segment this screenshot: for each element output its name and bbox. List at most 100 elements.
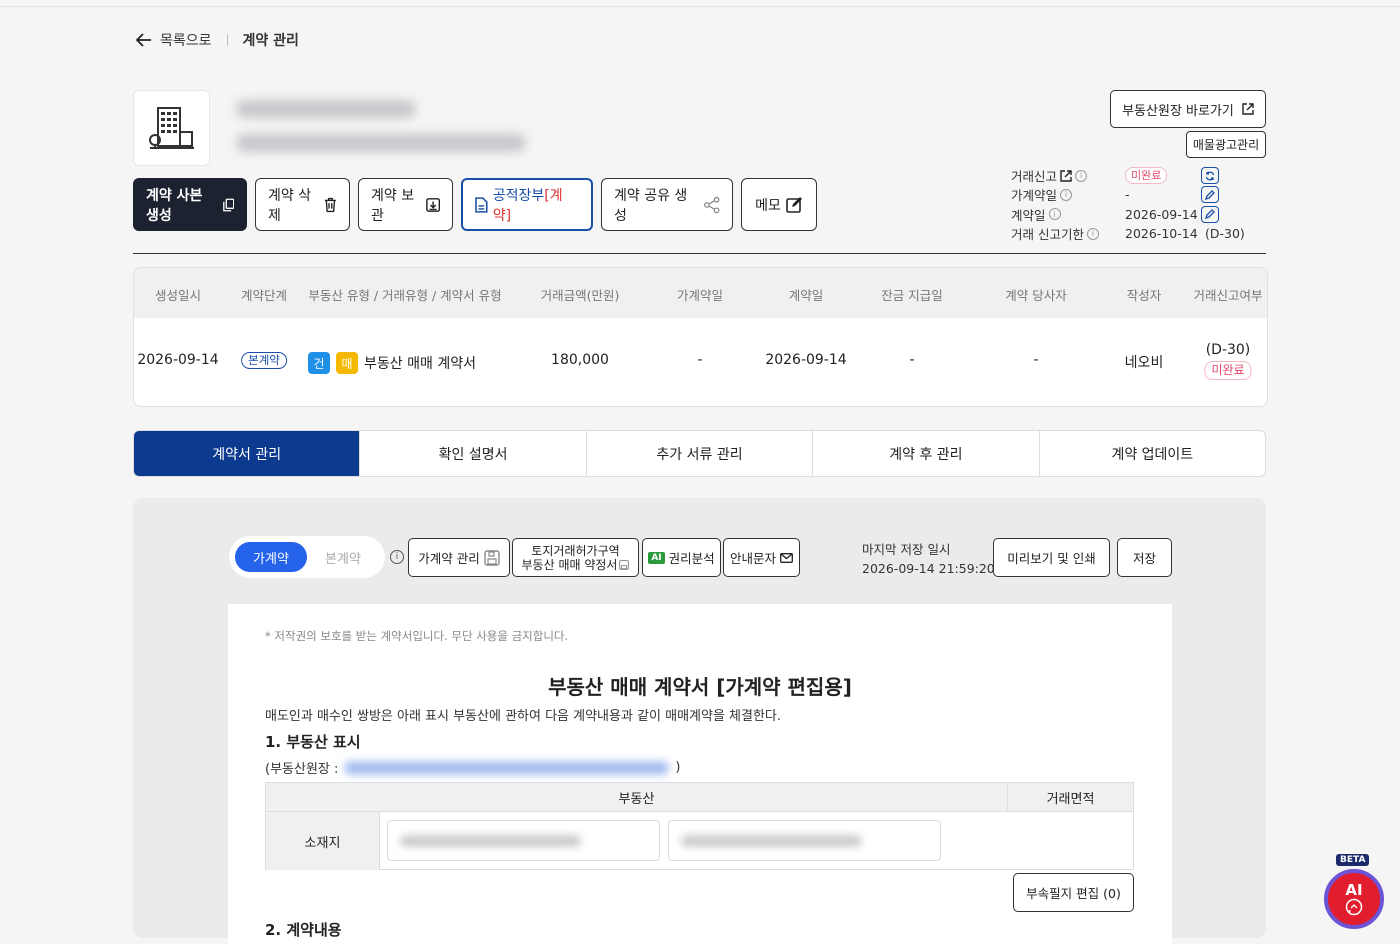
edit-prov-date-button[interactable]: [1201, 186, 1219, 204]
row-created: 2026-09-14: [137, 352, 219, 368]
ai-badge: AI: [648, 551, 665, 564]
land-permit-line2: 부동산 매매 약정서: [521, 557, 618, 572]
public-ledger-button[interactable]: 공적장부[계약]: [461, 178, 593, 231]
external-link-icon: [1242, 103, 1254, 115]
ai-assistant-button[interactable]: AI: [1324, 869, 1384, 929]
sale-type-badge: 매: [336, 352, 359, 374]
edit-contract-date-button[interactable]: [1201, 205, 1219, 223]
refresh-icon: [1205, 171, 1215, 181]
external-link-icon[interactable]: [1060, 169, 1072, 182]
notice-message-label: 안내문자: [729, 551, 776, 566]
memo-button[interactable]: 메모: [741, 178, 817, 231]
registry-link-redacted[interactable]: [344, 760, 670, 775]
row-parties: -: [1033, 352, 1039, 368]
manage-provisional-label: 가계약 관리: [418, 551, 480, 566]
copy-contract-label: 계약 사본 생성: [146, 187, 203, 224]
save-button[interactable]: 저장: [1117, 538, 1172, 577]
delete-contract-button[interactable]: 계약 삭제: [255, 178, 350, 231]
preview-print-button[interactable]: 미리보기 및 인쇄: [993, 538, 1110, 577]
prov-date-label: 가계약일: [1011, 188, 1058, 204]
last-save-value: 2026-09-14 21:59:20: [862, 561, 995, 576]
deadline-dday: (D-30): [1205, 226, 1245, 242]
table-row[interactable]: 2026-09-14 본계약 건 매 부동산 매매 계약서 180,000 - …: [134, 318, 1267, 406]
tab-confirmation[interactable]: 확인 설명서: [359, 431, 585, 476]
breadcrumb: 목록으로 계약 관리: [136, 30, 299, 50]
tab-extra-docs[interactable]: 추가 서류 관리: [585, 431, 812, 476]
info-icon[interactable]: i: [1048, 208, 1061, 221]
land-permit-button[interactable]: 토지거래허가구역 부동산 매매 약정서: [512, 538, 639, 577]
manage-provisional-button[interactable]: 가계약 관리: [408, 538, 510, 577]
chat-icon: [1345, 898, 1363, 916]
col-property: 부동산: [266, 783, 1008, 812]
ad-manage-label: 매물광고관리: [1192, 138, 1260, 152]
row-prov-date: -: [697, 352, 703, 368]
contract-dates-panel: 거래신고 i 미완료 가계약일 i - 계약일 i 2026-09-14 거래 신고…: [1011, 166, 1245, 243]
pencil-icon: [1205, 190, 1215, 200]
table-header: 생성일시 계약단계 부동산 유형 / 거래유형 / 계약서 유형 거래금액(만원…: [134, 268, 1267, 318]
rights-analysis-label: 권리분석: [668, 551, 715, 566]
section-tabs: 계약서 관리 확인 설명서 추가 서류 관리 계약 후 관리 계약 업데이트: [133, 430, 1266, 477]
report-status-badge: 미완료: [1125, 167, 1168, 185]
save-label: 저장: [1132, 551, 1156, 566]
col-area: 거래면적: [1008, 783, 1133, 812]
trash-icon: [325, 197, 337, 212]
refresh-button[interactable]: [1201, 167, 1219, 185]
contract-date-label: 계약일: [1011, 207, 1046, 223]
back-label: 목록으로: [160, 33, 212, 49]
header-report: 거래신고여부: [1193, 288, 1263, 303]
info-icon[interactable]: i: [390, 550, 404, 564]
last-save-info: 마지막 저장 일시 2026-09-14 21:59:20: [862, 540, 995, 578]
ad-manage-button[interactable]: 매물광고관리: [1186, 131, 1266, 158]
arrow-left-icon: [136, 33, 151, 47]
toggle-provisional[interactable]: 가계약: [235, 542, 307, 572]
copy-contract-button[interactable]: 계약 사본 생성: [133, 178, 247, 231]
header-writer: 작성자: [1126, 288, 1162, 303]
info-icon[interactable]: i: [1086, 227, 1099, 240]
row-type: 건 매 부동산 매매 계약서: [308, 352, 476, 374]
location-input-1[interactable]: [387, 820, 660, 861]
header-amount: 거래금액(만원): [540, 288, 620, 303]
contract-date-value: 2026-09-14: [1125, 206, 1198, 222]
tab-contract-update[interactable]: 계약 업데이트: [1038, 431, 1265, 476]
section-1-title: 1. 부동산 표시: [265, 733, 361, 751]
public-ledger-label: 공적장부: [492, 187, 545, 204]
archive-contract-button[interactable]: 계약 보관: [358, 178, 453, 231]
pencil-icon: [1205, 209, 1215, 220]
header-created: 생성일시: [154, 288, 202, 303]
contract-mode-toggle[interactable]: 가계약 본계약: [229, 536, 385, 578]
notice-message-button[interactable]: 안내문자: [723, 538, 800, 577]
tab-post-contract[interactable]: 계약 후 관리: [812, 431, 1038, 476]
property-address-redacted: [236, 134, 526, 152]
deadline-value: 2026-10-14: [1125, 226, 1198, 242]
copyright-notice: * 저작권의 보호를 받는 계약서입니다. 무단 사용을 금지합니다.: [265, 629, 569, 643]
row-contract-date: 2026-09-14: [765, 352, 847, 368]
info-icon[interactable]: i: [1075, 169, 1088, 182]
breadcrumb-divider: [226, 34, 228, 46]
ai-assistant-widget[interactable]: BETA AI: [1322, 854, 1386, 934]
save-disk-icon: [484, 549, 500, 566]
delete-contract-label: 계약 삭제: [268, 187, 312, 224]
annex-edit-button[interactable]: 부속필지 편집 (0): [1013, 873, 1134, 912]
archive-icon: [425, 197, 440, 212]
toggle-main[interactable]: 본계약: [307, 542, 379, 572]
registry-prefix: (부동산원장 :: [265, 762, 339, 777]
ai-label: AI: [1345, 881, 1363, 899]
location-input-2[interactable]: [668, 820, 941, 861]
back-to-list-button[interactable]: 목록으로: [136, 30, 212, 50]
rights-analysis-button[interactable]: AI 권리분석: [642, 538, 721, 577]
header-stage: 계약단계: [240, 288, 288, 303]
row-balance-date: -: [909, 352, 915, 368]
document-intro: 매도인과 매수인 쌍방은 아래 표시 부동산에 관하여 다음 계약내용과 같이 …: [265, 709, 782, 724]
info-icon[interactable]: i: [1060, 188, 1073, 201]
save-disk-icon: [619, 559, 630, 570]
property-table: 부동산 거래면적 소재지: [265, 782, 1134, 870]
copy-icon: [222, 198, 234, 211]
land-permit-line1: 토지거래허가구역: [531, 543, 620, 558]
tab-contract-manage[interactable]: 계약서 관리: [134, 431, 360, 476]
share-contract-button[interactable]: 계약 공유 생성: [601, 178, 733, 231]
contract-summary-table: 생성일시 계약단계 부동산 유형 / 거래유형 / 계약서 유형 거래금액(만원…: [133, 267, 1268, 407]
registry-link-button[interactable]: 부동산원장 바로가기: [1110, 90, 1266, 128]
memo-label: 메모: [755, 197, 781, 214]
row-report: (D-30) 미완료: [1204, 342, 1252, 380]
contract-type-text: 부동산 매매 계약서: [364, 356, 476, 372]
